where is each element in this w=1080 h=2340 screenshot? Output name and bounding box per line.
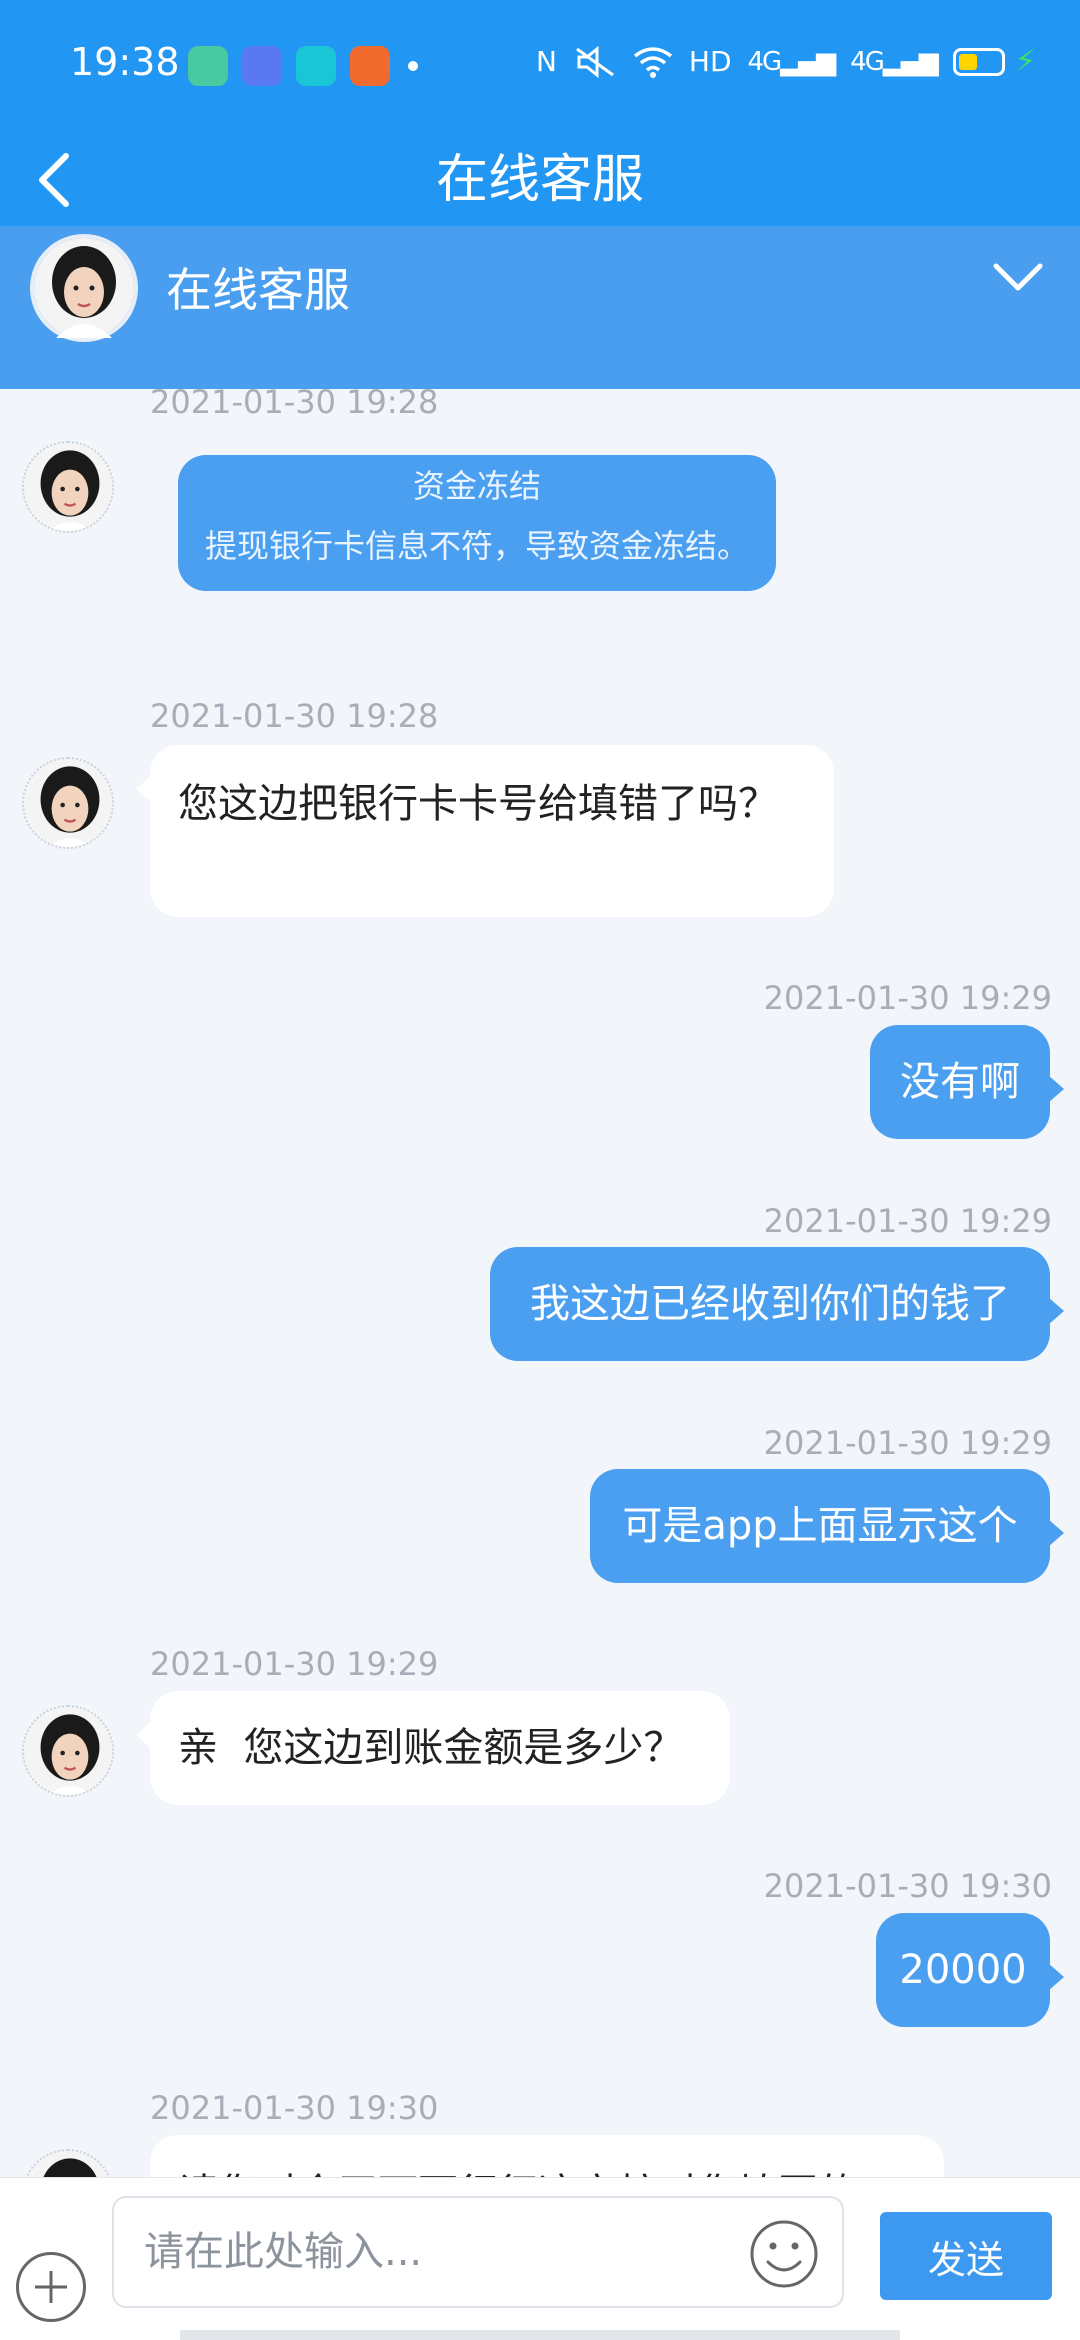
- wifi-icon: [633, 46, 672, 78]
- message-time: 2021-01-30 19:29: [763, 1202, 1052, 1240]
- chevron-down-icon: [993, 263, 1043, 291]
- home-indicator: [180, 2330, 900, 2340]
- expand-button[interactable]: [990, 256, 1050, 306]
- input-bar: 发送: [0, 2177, 1080, 2340]
- status-bar: 19:38 N HD 4G▂▄▆ 4G▂▄▆ ⚡: [0, 0, 1080, 132]
- message-time: 2021-01-30 19:28: [150, 697, 439, 735]
- message-time: 2021-01-30 19:29: [763, 979, 1052, 1017]
- battery-icon: [952, 47, 1005, 76]
- send-button[interactable]: 发送: [880, 2212, 1052, 2300]
- chat-messages[interactable]: 2021-01-30 19:28 资金冻结 提现银行卡信息不符，导致资金冻结。 …: [0, 389, 1080, 2177]
- notification-icons: [188, 46, 418, 86]
- nav-bar: 在线客服: [0, 132, 1080, 228]
- mute-icon: [576, 45, 614, 78]
- agent-avatar: [22, 1705, 114, 1797]
- app-notification-icon: [242, 46, 282, 86]
- agent-header[interactable]: 在线客服: [0, 226, 1080, 389]
- message-time: 2021-01-30 19:30: [150, 2089, 439, 2127]
- emoji-button[interactable]: [748, 2218, 820, 2290]
- notice-text: 提现银行卡信息不符，导致资金冻结。: [204, 527, 749, 565]
- system-icons: N HD 4G▂▄▆ 4G▂▄▆ ⚡: [536, 44, 1036, 79]
- attach-button[interactable]: [16, 2252, 86, 2322]
- status-time: 19:38: [70, 40, 180, 84]
- emoji-icon: [750, 2220, 818, 2288]
- message-time: 2021-01-30 19:30: [763, 1867, 1052, 1905]
- agent-avatar: [30, 234, 138, 342]
- notice-title: 资金冻结: [412, 467, 541, 505]
- charging-icon: ⚡: [1014, 44, 1036, 79]
- message-input-box[interactable]: [112, 2196, 844, 2308]
- agent-avatar: [22, 441, 114, 533]
- hd-icon: HD: [688, 45, 732, 78]
- message-bubble-user[interactable]: 20000: [876, 1913, 1064, 2027]
- app-notification-icon: [188, 46, 228, 86]
- app-notification-icon: [296, 46, 336, 86]
- message-bubble-agent[interactable]: 请您对今天下面行征这安核对您填写的: [150, 2135, 944, 2177]
- message-bubble-user[interactable]: 可是app上面显示这个: [590, 1469, 1064, 1583]
- message-time: 2021-01-30 19:29: [150, 1645, 439, 1683]
- signal-icon: 4G▂▄▆: [850, 46, 939, 77]
- message-bubble-user[interactable]: 没有啊: [870, 1025, 1064, 1139]
- message-bubble-agent[interactable]: 您这边把银行卡卡号给填错了吗？: [136, 745, 834, 917]
- message-bubble-agent[interactable]: 亲 您这边到账金额是多少？: [136, 1691, 730, 1805]
- message-input[interactable]: [144, 2198, 704, 2306]
- nfc-icon: N: [535, 45, 557, 78]
- more-notifications-icon: [408, 61, 418, 71]
- signal-icon: 4G▂▄▆: [747, 46, 837, 77]
- agent-name: 在线客服: [166, 263, 350, 317]
- message-time: 2021-01-30 19:28: [150, 389, 439, 421]
- notice-card[interactable]: 资金冻结 提现银行卡信息不符，导致资金冻结。: [178, 455, 776, 591]
- plus-icon: [35, 2271, 67, 2303]
- agent-avatar: [22, 757, 114, 849]
- agent-avatar: [22, 2149, 114, 2177]
- message-bubble-user[interactable]: 我这边已经收到你们的钱了: [490, 1247, 1064, 1361]
- page-title: 在线客服: [435, 150, 644, 210]
- message-time: 2021-01-30 19:29: [763, 1424, 1052, 1462]
- app-notification-icon: [350, 46, 390, 86]
